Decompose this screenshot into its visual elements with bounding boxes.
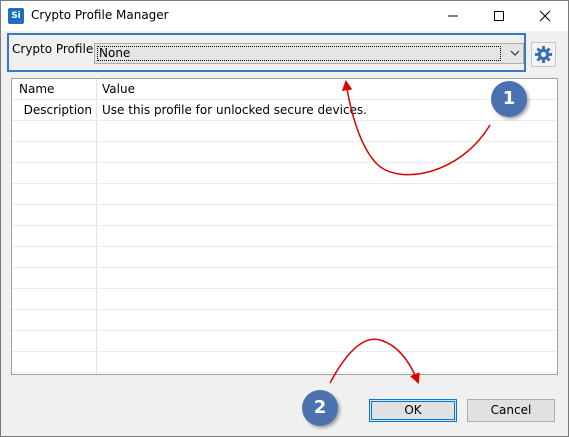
close-icon bbox=[539, 10, 551, 22]
table-row-line bbox=[12, 225, 557, 226]
table-row-line bbox=[12, 288, 557, 289]
app-icon: Si bbox=[8, 8, 24, 24]
table-row-line bbox=[12, 309, 557, 310]
table-row-line bbox=[12, 162, 557, 163]
title-bar[interactable]: Si Crypto Profile Manager bbox=[1, 1, 568, 31]
table-row-line bbox=[12, 99, 557, 100]
table-row-line bbox=[12, 372, 557, 373]
minimize-button[interactable] bbox=[430, 1, 476, 31]
gear-icon bbox=[534, 45, 553, 64]
cancel-button[interactable]: Cancel bbox=[467, 399, 555, 422]
properties-table[interactable]: Name Value Description Use this profile … bbox=[11, 78, 558, 375]
table-row-line bbox=[12, 204, 557, 205]
crypto-profile-select[interactable]: None bbox=[94, 43, 524, 64]
column-header-name[interactable]: Name bbox=[19, 82, 54, 96]
crypto-profile-selected-value: None bbox=[97, 46, 501, 61]
table-row-line bbox=[12, 330, 557, 331]
ok-button[interactable]: OK bbox=[369, 399, 457, 422]
table-row-line bbox=[12, 267, 557, 268]
table-cell-name: Description bbox=[23, 103, 92, 117]
table-cell-value: Use this profile for unlocked secure dev… bbox=[102, 103, 367, 117]
chevron-down-icon bbox=[510, 50, 520, 56]
table-row-line bbox=[12, 246, 557, 247]
maximize-icon bbox=[494, 11, 504, 21]
table-row-line bbox=[12, 120, 557, 121]
table-row-line bbox=[12, 141, 557, 142]
crypto-profile-label: Crypto Profile: bbox=[12, 42, 98, 56]
table-row-line bbox=[12, 351, 557, 352]
minimize-icon bbox=[448, 15, 458, 17]
profile-settings-button[interactable] bbox=[531, 42, 556, 67]
step-badge-2: 2 bbox=[302, 390, 338, 426]
window-title: Crypto Profile Manager bbox=[31, 8, 169, 22]
close-button[interactable] bbox=[522, 1, 568, 31]
table-row-line bbox=[12, 183, 557, 184]
maximize-button[interactable] bbox=[476, 1, 522, 31]
column-header-value[interactable]: Value bbox=[102, 82, 135, 96]
ok-button-label: OK bbox=[404, 403, 422, 417]
step-badge-1: 1 bbox=[491, 81, 527, 117]
